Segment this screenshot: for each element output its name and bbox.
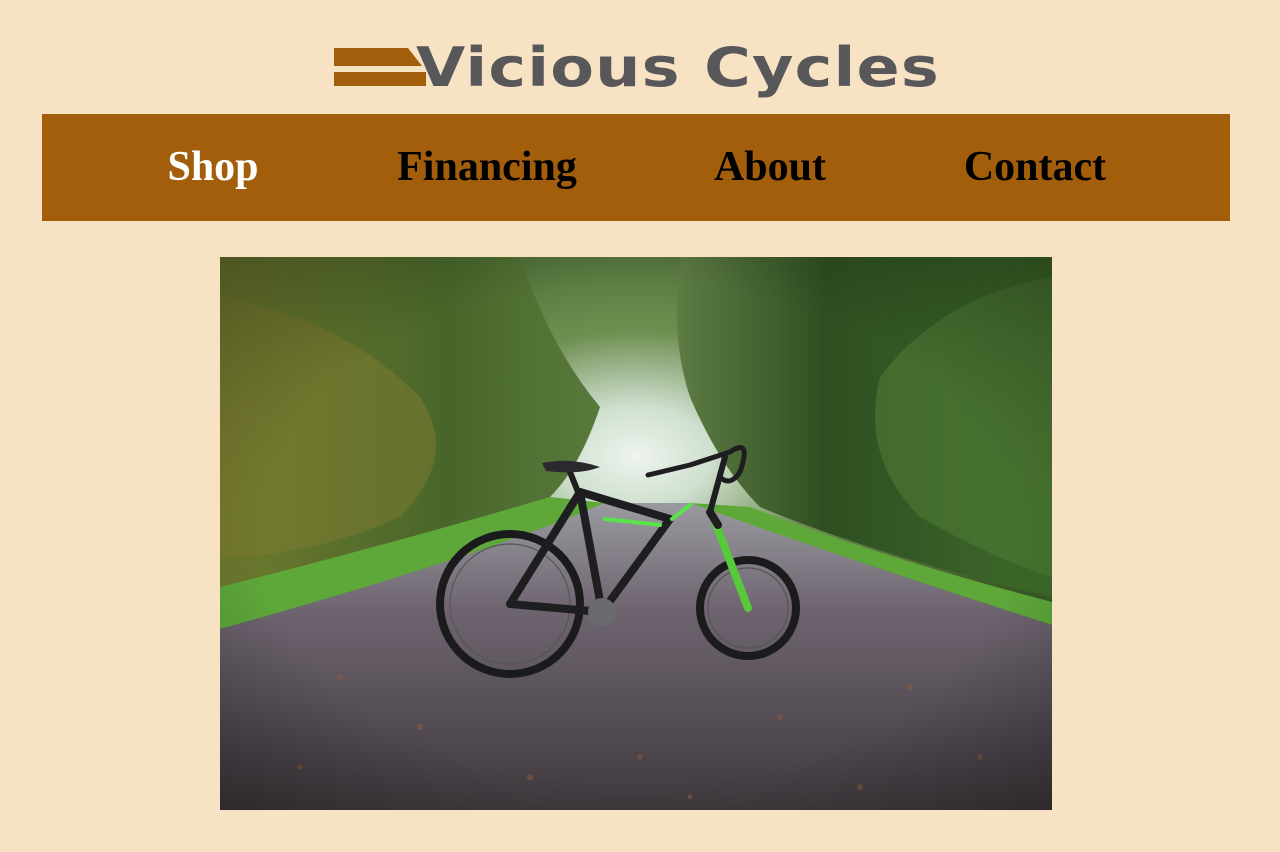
hero-image bbox=[220, 257, 1052, 810]
main-nav: Shop Financing About Contact bbox=[42, 114, 1230, 221]
nav-shop[interactable]: Shop bbox=[167, 114, 258, 221]
nav-contact[interactable]: Contact bbox=[964, 114, 1106, 221]
brand-name: Vicious Cycles bbox=[416, 38, 940, 99]
nav-about[interactable]: About bbox=[714, 114, 826, 221]
logo-stripe-bottom-icon bbox=[334, 72, 426, 86]
logo-stripe-top-icon bbox=[334, 48, 422, 66]
logo-graphic: Vicious Cycles bbox=[334, 38, 940, 99]
site-logo[interactable]: Vicious Cycles bbox=[0, 38, 1280, 100]
nav-financing[interactable]: Financing bbox=[397, 114, 577, 221]
mountain-bike-photo-icon bbox=[220, 257, 1052, 810]
